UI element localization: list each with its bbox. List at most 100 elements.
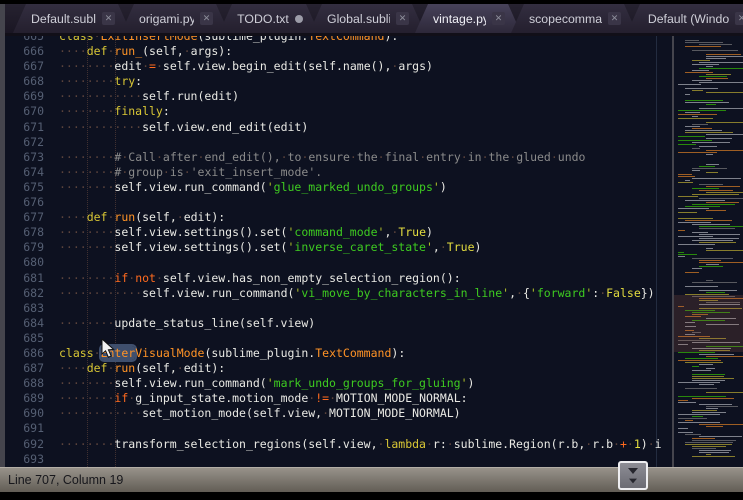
code-line: 665class·ExitInsertMode(sublime_plugin.T… bbox=[5, 36, 672, 44]
line-text: class·EnterVisualMode(sublime_plugin.Tex… bbox=[57, 346, 672, 361]
tab-label: TODO.txt bbox=[237, 12, 289, 26]
minimap-viewport-indicator[interactable] bbox=[674, 295, 743, 352]
code-line: 674········#·group·is·'exit_insert_mode'… bbox=[5, 165, 672, 180]
tab-label: Global.sublime bbox=[327, 12, 390, 26]
line-text: ········edit·=·self.view.begin_edit(self… bbox=[57, 59, 672, 74]
code-line: 668········try: bbox=[5, 74, 672, 89]
code-line: 684········update_status_line(self.view) bbox=[5, 316, 672, 331]
line-text: ········self.view.run_command('mark_undo… bbox=[57, 376, 672, 391]
line-text: ········transform_selection_regions(self… bbox=[57, 437, 672, 452]
line-number: 670 bbox=[5, 104, 57, 119]
tab-close-icon[interactable]: ✕ bbox=[396, 12, 409, 25]
line-text: ········finally: bbox=[57, 104, 672, 119]
code-line: 671············self.view.end_edit(edit) bbox=[5, 120, 672, 135]
caret-position-label: Line 707, Column 19 bbox=[8, 473, 123, 487]
line-text: ········self.view.run_command('glue_mark… bbox=[57, 180, 672, 195]
line-text: ············self.view.run_command('vi_mo… bbox=[57, 286, 672, 301]
sublime-text-window: Default.sublim ✕ origami.py ✕ TODO.txt Global… bbox=[0, 0, 743, 500]
line-number: 683 bbox=[5, 301, 57, 316]
line-text: ····def·run(self,·edit): bbox=[57, 361, 672, 376]
line-number: 684 bbox=[5, 316, 57, 331]
line-number: 672 bbox=[5, 135, 57, 150]
line-number: 667 bbox=[5, 59, 57, 74]
line-number: 673 bbox=[5, 150, 57, 165]
line-text bbox=[57, 421, 672, 436]
line-number: 680 bbox=[5, 255, 57, 270]
line-number: 692 bbox=[5, 437, 57, 452]
code-lines: 665class·ExitInsertMode(sublime_plugin.T… bbox=[5, 36, 672, 467]
line-text: ········update_status_line(self.view) bbox=[57, 316, 672, 331]
code-line: 689········if·g_input_state.motion_mode·… bbox=[5, 391, 672, 406]
tab-close-icon[interactable]: ✕ bbox=[492, 12, 505, 25]
line-text bbox=[57, 135, 672, 150]
code-line: 670········finally: bbox=[5, 104, 672, 119]
line-number: 690 bbox=[5, 406, 57, 421]
code-editor[interactable]: 665class·ExitInsertMode(sublime_plugin.T… bbox=[5, 36, 672, 467]
line-text: ····def·run_(self,·args): bbox=[57, 44, 672, 59]
tab-close-icon[interactable]: ✕ bbox=[608, 12, 621, 25]
line-text bbox=[57, 255, 672, 270]
tab-vintage-py[interactable]: vintage.py✕ bbox=[415, 4, 521, 33]
code-line: 693 bbox=[5, 452, 672, 467]
overlay-scrollbar-stepper[interactable] bbox=[618, 461, 648, 490]
line-number: 688 bbox=[5, 376, 57, 391]
line-text: ········if·not·self.view.has_non_empty_s… bbox=[57, 271, 672, 286]
line-number: 665 bbox=[5, 36, 57, 44]
code-line: 680 bbox=[5, 255, 672, 270]
line-text bbox=[57, 301, 672, 316]
code-line: 672 bbox=[5, 135, 672, 150]
line-text: ············self.view.end_edit(edit) bbox=[57, 120, 672, 135]
mouse-cursor-icon bbox=[101, 339, 115, 359]
code-line: 676 bbox=[5, 195, 672, 210]
tab-close-icon[interactable]: ✕ bbox=[102, 12, 115, 25]
scroll-arrow-icon bbox=[628, 468, 638, 474]
line-text bbox=[57, 452, 672, 467]
tab-todo-txt[interactable]: TODO.txt bbox=[219, 4, 319, 33]
line-number: 677 bbox=[5, 210, 57, 225]
line-text: ········self.view.settings().set('comman… bbox=[57, 225, 672, 240]
code-line: 677····def·run(self,·edit): bbox=[5, 210, 672, 225]
line-number: 687 bbox=[5, 361, 57, 376]
tab-origami-py[interactable]: origami.py ✕ bbox=[121, 4, 229, 33]
line-number: 681 bbox=[5, 271, 57, 286]
code-line: 678········self.view.settings().set('com… bbox=[5, 225, 672, 240]
line-number: 685 bbox=[5, 331, 57, 346]
code-line: 687····def·run(self,·edit): bbox=[5, 361, 672, 376]
line-text: ············set_motion_mode(self.view,·M… bbox=[57, 406, 672, 421]
line-number: 686 bbox=[5, 346, 57, 361]
tab-default-windo[interactable]: Default (Windo ✕ bbox=[627, 4, 743, 33]
line-text: ········self.view.settings().set('invers… bbox=[57, 240, 672, 255]
tab-label: Default (Windo bbox=[648, 12, 729, 26]
tab-default-sublim[interactable]: Default.sublim ✕ bbox=[13, 4, 131, 33]
code-line: 690············set_motion_mode(self.view… bbox=[5, 406, 672, 421]
tab-label: scopecommand bbox=[529, 12, 602, 26]
line-number: 691 bbox=[5, 421, 57, 436]
line-number: 678 bbox=[5, 225, 57, 240]
code-line: 681········if·not·self.view.has_non_empt… bbox=[5, 271, 672, 286]
tab-close-icon[interactable]: ✕ bbox=[735, 12, 743, 25]
scroll-arrow-icon bbox=[629, 478, 637, 483]
minimap-content bbox=[674, 36, 743, 457]
code-line: 666····def·run_(self,·args): bbox=[5, 44, 672, 59]
tab-close-icon[interactable]: ✕ bbox=[200, 12, 213, 25]
line-number: 689 bbox=[5, 391, 57, 406]
line-text: ····def·run(self,·edit): bbox=[57, 210, 672, 225]
line-number: 679 bbox=[5, 240, 57, 255]
line-text bbox=[57, 195, 672, 210]
line-number: 674 bbox=[5, 165, 57, 180]
line-number: 668 bbox=[5, 74, 57, 89]
line-number: 671 bbox=[5, 120, 57, 135]
tab-global-sublime[interactable]: Global.sublime ✕ bbox=[309, 4, 425, 33]
tab-label: Default.sublim bbox=[31, 12, 96, 26]
line-text: class·ExitInsertMode(sublime_plugin.Text… bbox=[57, 36, 672, 44]
minimap[interactable] bbox=[672, 36, 743, 467]
code-line: 669············self.run(edit) bbox=[5, 89, 672, 104]
line-number: 693 bbox=[5, 452, 57, 467]
tab-label: origami.py bbox=[139, 12, 194, 26]
code-line: 692········transform_selection_regions(s… bbox=[5, 437, 672, 452]
tab-scopecommand[interactable]: scopecommand ✕ bbox=[511, 4, 637, 33]
line-number: 666 bbox=[5, 44, 57, 59]
line-text: ········#·Call·after·end_edit(),·to·ensu… bbox=[57, 150, 672, 165]
line-text bbox=[57, 331, 672, 346]
line-text: ········if·g_input_state.motion_mode·!=·… bbox=[57, 391, 672, 406]
